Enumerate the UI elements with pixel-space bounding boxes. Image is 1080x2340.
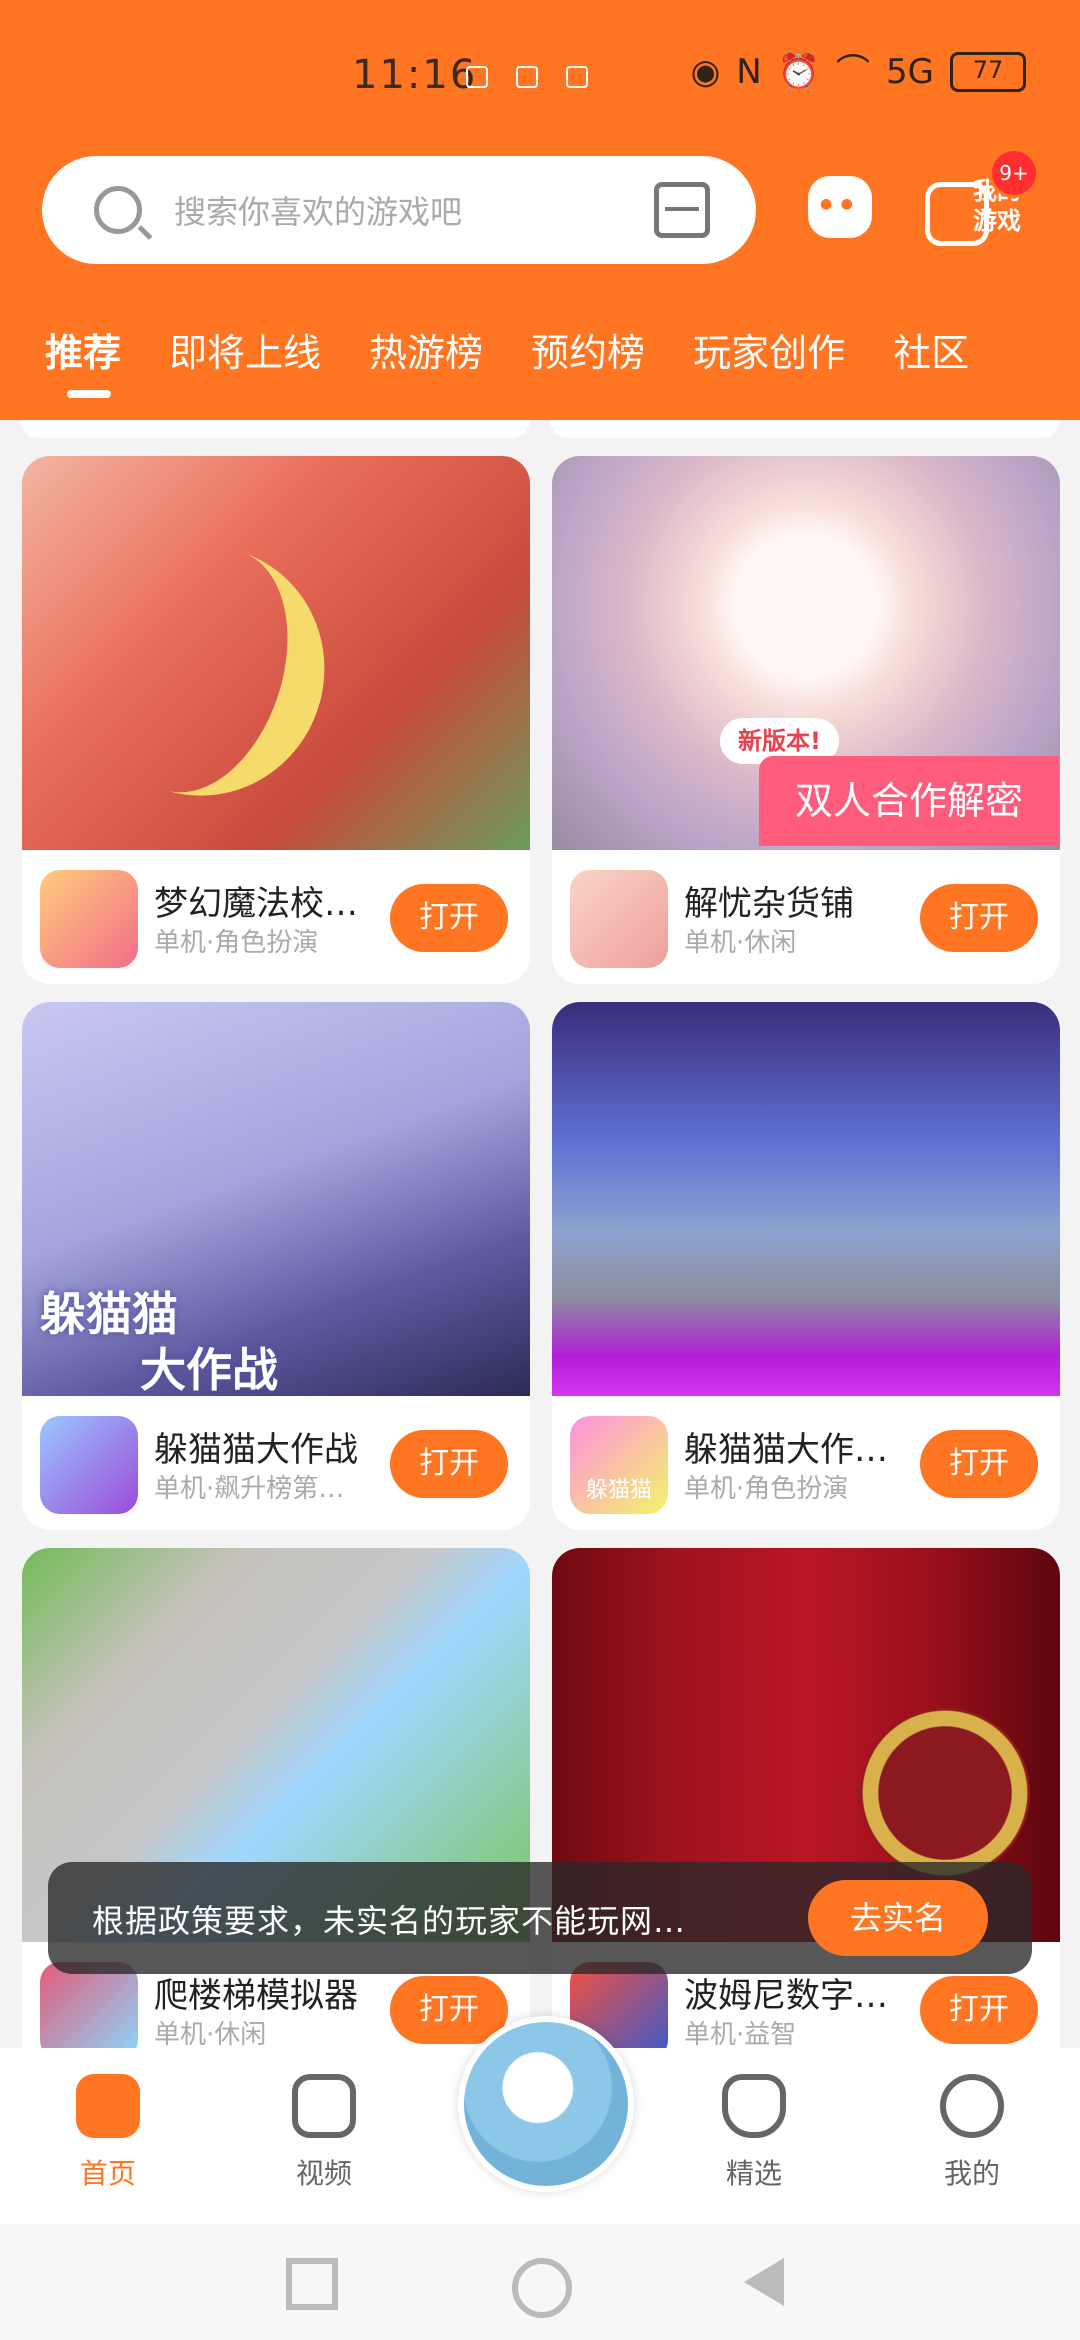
tab-player-creation[interactable]: 玩家创作	[693, 322, 845, 377]
back-icon[interactable]	[744, 2258, 784, 2306]
signal-icon: 5G	[886, 52, 934, 92]
message-icon[interactable]	[808, 176, 872, 238]
game-cover-image	[552, 1002, 1060, 1396]
game-subtitle: 单机·休闲	[684, 928, 797, 958]
status-time: 11:16	[352, 52, 478, 98]
search-icon	[94, 186, 142, 234]
play-icon	[292, 2074, 356, 2138]
open-button[interactable]: 打开	[390, 884, 508, 952]
game-icon	[40, 870, 138, 968]
game-card[interactable]: 梦幻魔法校… 单机·角色扮演 打开	[22, 456, 530, 984]
notification-badge: 9+	[989, 148, 1039, 198]
target-prop	[860, 1708, 1030, 1878]
game-icon	[40, 1416, 138, 1514]
tab-community[interactable]: 社区	[893, 322, 969, 377]
battery-indicator: 77	[950, 52, 1026, 92]
verify-real-name-button[interactable]: 去实名	[808, 1880, 988, 1956]
nav-featured[interactable]: 精选	[694, 2074, 814, 2192]
game-icon	[40, 1962, 138, 2050]
recent-apps-icon[interactable]	[286, 2258, 338, 2310]
wifi-icon: ⌒	[836, 52, 871, 92]
home-icon[interactable]	[512, 2258, 572, 2318]
tab-recommended[interactable]: 推荐	[45, 322, 121, 398]
active-tab-indicator	[67, 390, 111, 398]
game-card[interactable]: 爬楼梯模拟器 单机·休闲 打开	[22, 1548, 530, 2050]
notification-icon	[516, 66, 538, 88]
game-card[interactable]: 躲猫猫 大作战 躲猫猫大作战 单机·飙升榜第… 打开	[22, 1002, 530, 1530]
tab-reservation-rank[interactable]: 预约榜	[531, 322, 645, 377]
profile-icon	[940, 2074, 1004, 2138]
open-button[interactable]: 打开	[920, 884, 1038, 952]
open-button[interactable]: 打开	[920, 1976, 1038, 2044]
open-button[interactable]: 打开	[390, 1976, 508, 2044]
card-edge	[550, 420, 1060, 438]
game-title: 躲猫猫大作…	[684, 1430, 888, 1470]
game-subtitle: 单机·角色扮演	[684, 1474, 849, 1504]
game-title: 爬楼梯模拟器	[154, 1976, 358, 2016]
nav-label: 视频	[295, 2157, 352, 2190]
nav-label: 精选	[725, 2157, 782, 2190]
tab-coming-soon[interactable]: 即将上线	[169, 322, 321, 377]
open-button[interactable]: 打开	[920, 1430, 1038, 1498]
status-icons: ◉ N ⏰ ⌒ 5G 77	[691, 52, 1026, 92]
top-header: 11:16 ◉ N ⏰ ⌒ 5G 77 搜索你喜欢的游戏吧 我的 游戏 9+ 推…	[0, 0, 1080, 420]
game-card[interactable]: 躲猫猫 躲猫猫大作… 单机·角色扮演 打开	[552, 1002, 1060, 1530]
real-name-toast: 根据政策要求，未实名的玩家不能玩网… 去实名	[48, 1862, 1032, 1974]
alarm-icon: ⏰	[777, 52, 821, 92]
tab-hot-games[interactable]: 热游榜	[369, 322, 483, 377]
search-bar[interactable]: 搜索你喜欢的游戏吧	[42, 156, 756, 264]
my-games-button[interactable]: 我的 游戏 9+	[925, 148, 1039, 250]
card-edge	[20, 420, 530, 438]
icon-caption: 躲猫猫	[585, 1478, 652, 1503]
center-game-avatar[interactable]	[458, 2016, 634, 2192]
game-title: 解忧杂货铺	[684, 884, 854, 924]
scan-icon[interactable]	[654, 182, 710, 238]
game-subtitle: 单机·飙升榜第…	[154, 1474, 345, 1504]
game-cover-image	[22, 456, 530, 850]
game-title: 躲猫猫大作战	[154, 1430, 358, 1470]
nav-video[interactable]: 视频	[264, 2074, 384, 2192]
game-cover-image: 躲猫猫 大作战	[22, 1002, 530, 1397]
system-navigation-bar	[0, 2224, 1080, 2340]
game-icon	[570, 870, 668, 968]
game-title: 波姆尼数字…	[684, 1976, 888, 2016]
category-tabs: 推荐 即将上线 热游榜 预约榜 玩家创作 社区	[45, 322, 1017, 398]
game-title: 梦幻魔法校…	[154, 884, 358, 924]
game-card[interactable]: 波姆尼数字… 单机·益智 打开	[552, 1548, 1060, 2050]
nfc-icon: N	[736, 52, 762, 92]
notification-icon	[566, 66, 588, 88]
nav-profile[interactable]: 我的	[912, 2074, 1032, 2192]
toast-message: 根据政策要求，未实名的玩家不能玩网…	[92, 1902, 687, 1940]
eye-icon: ◉	[690, 52, 721, 92]
game-subtitle: 单机·角色扮演	[154, 928, 319, 958]
game-card[interactable]: 新版本! 双人合作解密 解忧杂货铺 单机·休闲 打开	[552, 456, 1060, 984]
image-caption: 大作战	[140, 1343, 278, 1397]
game-subtitle: 单机·休闲	[154, 2020, 267, 2050]
nav-label: 我的	[943, 2157, 1000, 2190]
game-icon: 躲猫猫	[570, 1416, 668, 1514]
heart-icon	[722, 2074, 786, 2138]
nav-home[interactable]: 首页	[48, 2074, 168, 2192]
game-grid: 梦幻魔法校… 单机·角色扮演 打开 新版本! 双人合作解密 解忧杂货铺 单机·休…	[0, 420, 1080, 2050]
game-cover-image: 新版本! 双人合作解密	[552, 456, 1060, 850]
search-input[interactable]: 搜索你喜欢的游戏吧	[174, 187, 654, 233]
image-caption: 双人合作解密	[759, 756, 1059, 846]
game-subtitle: 单机·益智	[684, 2020, 797, 2050]
notification-icon	[466, 66, 488, 88]
moon-shape	[49, 514, 357, 828]
gamepad-icon	[76, 2074, 140, 2138]
open-button[interactable]: 打开	[390, 1430, 508, 1498]
nav-label: 首页	[79, 2157, 136, 2190]
